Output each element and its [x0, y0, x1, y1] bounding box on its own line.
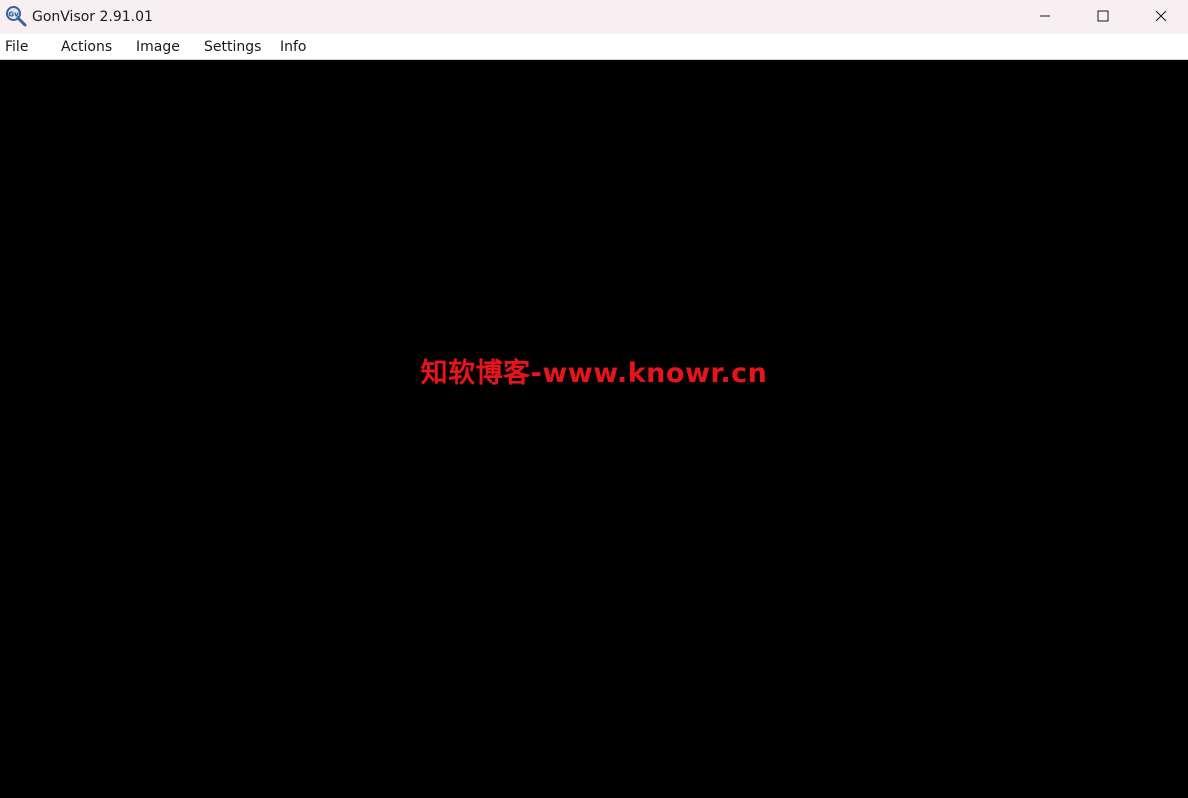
- menu-image[interactable]: Image: [136, 37, 180, 57]
- gonvisor-magnifier-icon: Gv: [5, 5, 27, 27]
- menu-settings[interactable]: Settings: [204, 37, 261, 57]
- menu-actions[interactable]: Actions: [61, 37, 112, 57]
- window-title: GonVisor 2.91.01: [32, 9, 153, 25]
- close-icon: [1155, 7, 1167, 26]
- menu-file[interactable]: File: [5, 37, 28, 57]
- menu-bar: File Actions Image Settings Info: [0, 34, 1188, 60]
- minimize-icon: [1039, 7, 1051, 26]
- menu-info[interactable]: Info: [280, 37, 307, 57]
- app-window: Gv GonVisor 2.91.01 File Actions Image S…: [0, 0, 1188, 798]
- image-viewer-canvas[interactable]: 知软博客-www.knowr.cn: [0, 60, 1188, 798]
- close-button[interactable]: [1132, 0, 1188, 32]
- maximize-icon: [1097, 7, 1109, 26]
- minimize-button[interactable]: [1016, 0, 1074, 32]
- title-bar[interactable]: Gv GonVisor 2.91.01: [0, 0, 1188, 34]
- maximize-button[interactable]: [1074, 0, 1132, 32]
- watermark-text: 知软博客-www.knowr.cn: [420, 358, 768, 389]
